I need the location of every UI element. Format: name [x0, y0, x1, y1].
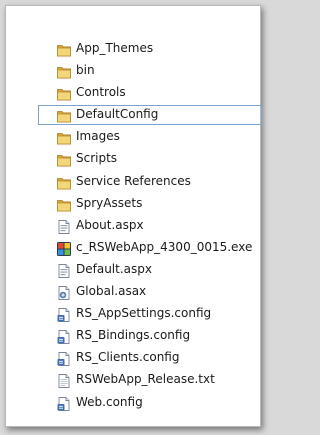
- file-list-item[interactable]: Controls: [6, 82, 260, 104]
- file-list-item-label: Global.asax: [76, 284, 147, 299]
- file-list-item-label: DefaultConfig: [76, 107, 159, 122]
- file-list-item[interactable]: RSWebApp_Release.txt: [6, 369, 260, 391]
- file-list-item-label: RS_AppSettings.config: [76, 306, 212, 321]
- file-list-item[interactable]: bin: [6, 60, 260, 82]
- folder-icon: [56, 152, 72, 168]
- file-list-item-label: RSWebApp_Release.txt: [76, 372, 215, 387]
- file-list-item[interactable]: Scripts: [6, 148, 260, 170]
- file-list-item-label: Default.aspx: [76, 261, 152, 276]
- folder-icon: [56, 86, 72, 102]
- file-list: App_Themes bin Controls DefaultConfig Im…: [6, 38, 262, 414]
- exe-file-icon: [56, 241, 72, 257]
- file-list-item[interactable]: c_RSWebApp_4300_0015.exe: [6, 237, 260, 259]
- file-list-item[interactable]: Web.config: [6, 392, 260, 414]
- config-file-icon: [56, 307, 72, 323]
- aspx-file-icon: [56, 263, 72, 279]
- file-explorer-panel: App_Themes bin Controls DefaultConfig Im…: [5, 5, 262, 427]
- folder-icon: [56, 197, 72, 213]
- file-list-item[interactable]: RS_Bindings.config: [6, 325, 260, 347]
- file-list-item[interactable]: Default.aspx: [6, 259, 260, 281]
- config-file-icon: [56, 396, 72, 412]
- config-file-icon: [56, 329, 72, 345]
- file-list-item[interactable]: About.aspx: [6, 215, 260, 237]
- file-list-item[interactable]: RS_AppSettings.config: [6, 303, 260, 325]
- file-list-item[interactable]: SpryAssets: [6, 193, 260, 215]
- file-list-item-label: bin: [76, 63, 95, 78]
- file-list-item-label: Scripts: [76, 151, 118, 166]
- folder-icon: [56, 130, 72, 146]
- file-list-item[interactable]: DefaultConfig: [6, 104, 262, 126]
- asax-file-icon: [56, 285, 72, 301]
- file-list-item[interactable]: Service References: [6, 171, 260, 193]
- file-list-item-label: Controls: [76, 85, 126, 100]
- folder-icon: [56, 64, 72, 80]
- file-list-item-label: RS_Clients.config: [76, 350, 180, 365]
- file-list-item-label: c_RSWebApp_4300_0015.exe: [76, 239, 253, 254]
- file-list-item-label: Images: [76, 129, 120, 144]
- text-file-icon: [56, 373, 72, 389]
- file-list-item-label: Service References: [76, 173, 191, 188]
- folder-icon: [56, 175, 72, 191]
- file-list-item-label: About.aspx: [76, 217, 144, 232]
- folder-icon: [56, 42, 72, 58]
- file-list-item-label: Web.config: [76, 394, 143, 409]
- file-list-item[interactable]: Images: [6, 126, 260, 148]
- file-list-item[interactable]: App_Themes: [6, 38, 260, 60]
- file-list-item-label: SpryAssets: [76, 195, 143, 210]
- file-list-item-label: App_Themes: [76, 41, 154, 55]
- file-list-item[interactable]: RS_Clients.config: [6, 347, 260, 369]
- file-list-item-label: RS_Bindings.config: [76, 328, 191, 343]
- aspx-file-icon: [56, 219, 72, 235]
- file-list-item[interactable]: Global.asax: [6, 281, 260, 303]
- config-file-icon: [56, 351, 72, 367]
- folder-icon: [56, 108, 72, 124]
